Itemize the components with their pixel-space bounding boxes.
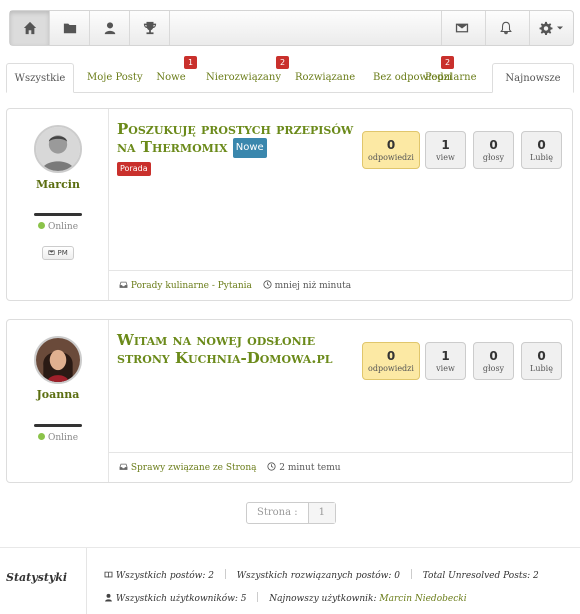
- answers-stat: 0 odpowiedzi: [362, 342, 420, 380]
- online-status: Online: [7, 433, 109, 443]
- user-icon: [105, 593, 112, 602]
- total-unresolved: Total Unresolved Posts: 2: [422, 571, 539, 581]
- folder-icon: [63, 23, 76, 34]
- total-users: Wszystkich użytkowników: 5: [115, 594, 247, 604]
- votes-stat: 0 głosy: [473, 342, 514, 380]
- tab-count-badge: 1: [184, 56, 197, 69]
- statistics-posts-line: Wszystkich postów: 2 Wszystkich rozwiąza…: [104, 569, 539, 581]
- pagination-label: Strona :: [257, 507, 298, 518]
- statistics-title: Statystyki: [6, 571, 68, 584]
- total-resolved: Wszystkich rozwiązanych postów: 0: [236, 571, 400, 581]
- notifications-button[interactable]: [485, 11, 525, 45]
- clock-icon: [267, 462, 276, 471]
- post-title[interactable]: Poszukuję prostych przepisów na Thermomi…: [117, 120, 357, 158]
- newest-user-link[interactable]: Marcin Niedobecki: [379, 594, 466, 604]
- avatar[interactable]: [34, 125, 82, 173]
- author-name[interactable]: Marcin: [7, 178, 109, 191]
- tab-popular[interactable]: Popularne 2: [425, 56, 476, 93]
- post-category[interactable]: Sprawy związane ze Stroną: [131, 463, 257, 473]
- likes-stat: 0 Lubię: [521, 342, 562, 380]
- views-stat: 1 view: [425, 342, 466, 380]
- online-dot-icon: [37, 222, 45, 229]
- online-status: Online: [7, 222, 109, 232]
- home-button[interactable]: [10, 11, 50, 45]
- tab-all[interactable]: Wszystkie: [6, 63, 74, 93]
- post-author-panel: Marcin Online PM: [7, 109, 109, 300]
- messages-button[interactable]: [441, 11, 481, 45]
- post-time: mniej niż minuta: [274, 281, 352, 291]
- votes-stat: 0 głosy: [473, 131, 514, 169]
- post-category[interactable]: Porady kulinarne - Pytania: [131, 281, 252, 291]
- statistics-users-line: Wszystkich użytkowników: 5 Najnowszy uży…: [104, 592, 467, 604]
- post-card: Marcin Online PM Poszukuję prostych prze…: [6, 108, 573, 301]
- avatar[interactable]: [34, 336, 82, 384]
- users-button[interactable]: [90, 11, 130, 45]
- bell-icon: [499, 21, 512, 35]
- tab-unresolved[interactable]: Nierozwiązany 2: [206, 56, 289, 93]
- gear-icon: [539, 21, 553, 35]
- tab-count-badge: 2: [441, 56, 454, 69]
- post-card: Joanna Online Witam na nowej odsłonie st…: [6, 319, 573, 483]
- page-number-button[interactable]: 1: [307, 503, 335, 523]
- separator: [410, 569, 412, 579]
- book-icon: [104, 571, 113, 578]
- avatar-image: [36, 338, 80, 382]
- statistics-panel: Statystyki Wszystkich postów: 2 Wszystki…: [0, 547, 580, 614]
- clock-icon: [263, 280, 272, 289]
- tab-newest[interactable]: Najnowsze: [492, 63, 574, 93]
- post-author-panel: Joanna Online: [7, 320, 109, 482]
- settings-button[interactable]: [529, 11, 573, 45]
- avatar-image: [36, 127, 80, 171]
- tab-count-badge: 2: [276, 56, 289, 69]
- reputation-bar: [34, 213, 82, 216]
- categories-button[interactable]: [50, 11, 90, 45]
- divider: [86, 548, 87, 614]
- top-navbar: [9, 10, 574, 46]
- trophy-icon: [143, 21, 156, 35]
- inbox-icon: [119, 463, 128, 470]
- envelope-icon: [455, 23, 468, 33]
- post-tag[interactable]: Porada: [117, 162, 151, 176]
- pagination: Strona : 1: [246, 502, 336, 524]
- post-time: 2 minut temu: [279, 463, 341, 473]
- likes-stat: 0 Lubię: [521, 131, 562, 169]
- newest-user-label: Najnowszy użytkownik:: [269, 594, 377, 604]
- tab-new[interactable]: Nowe 1: [156, 56, 197, 93]
- chevron-down-icon: [557, 26, 563, 30]
- post-title[interactable]: Witam na nowej odsłonie strony Kuchnia-D…: [117, 331, 367, 367]
- user-icon: [104, 22, 115, 35]
- ranking-button[interactable]: [130, 11, 170, 45]
- home-icon: [23, 21, 36, 35]
- author-name[interactable]: Joanna: [7, 388, 109, 401]
- separator: [257, 592, 259, 602]
- tab-resolved[interactable]: Rozwiązane: [295, 63, 355, 93]
- views-stat: 1 view: [425, 131, 466, 169]
- answers-stat: 0 odpowiedzi: [362, 131, 420, 169]
- new-badge: Nowe: [232, 138, 267, 158]
- pm-button[interactable]: PM: [42, 246, 74, 260]
- tab-my-posts[interactable]: Moje Posty: [87, 63, 143, 93]
- reputation-bar: [34, 424, 82, 427]
- inbox-icon: [119, 281, 128, 288]
- online-dot-icon: [37, 433, 45, 440]
- filter-tabs: Wszystkie Moje Posty Nowe 1 Nierozwiązan…: [6, 56, 574, 93]
- separator: [224, 569, 226, 579]
- post-footer: Sprawy związane ze Stroną 2 minut temu: [109, 452, 572, 482]
- total-posts: Wszystkich postów: 2: [115, 571, 214, 581]
- envelope-icon: [48, 250, 55, 255]
- post-footer: Porady kulinarne - Pytania mniej niż min…: [109, 270, 572, 300]
